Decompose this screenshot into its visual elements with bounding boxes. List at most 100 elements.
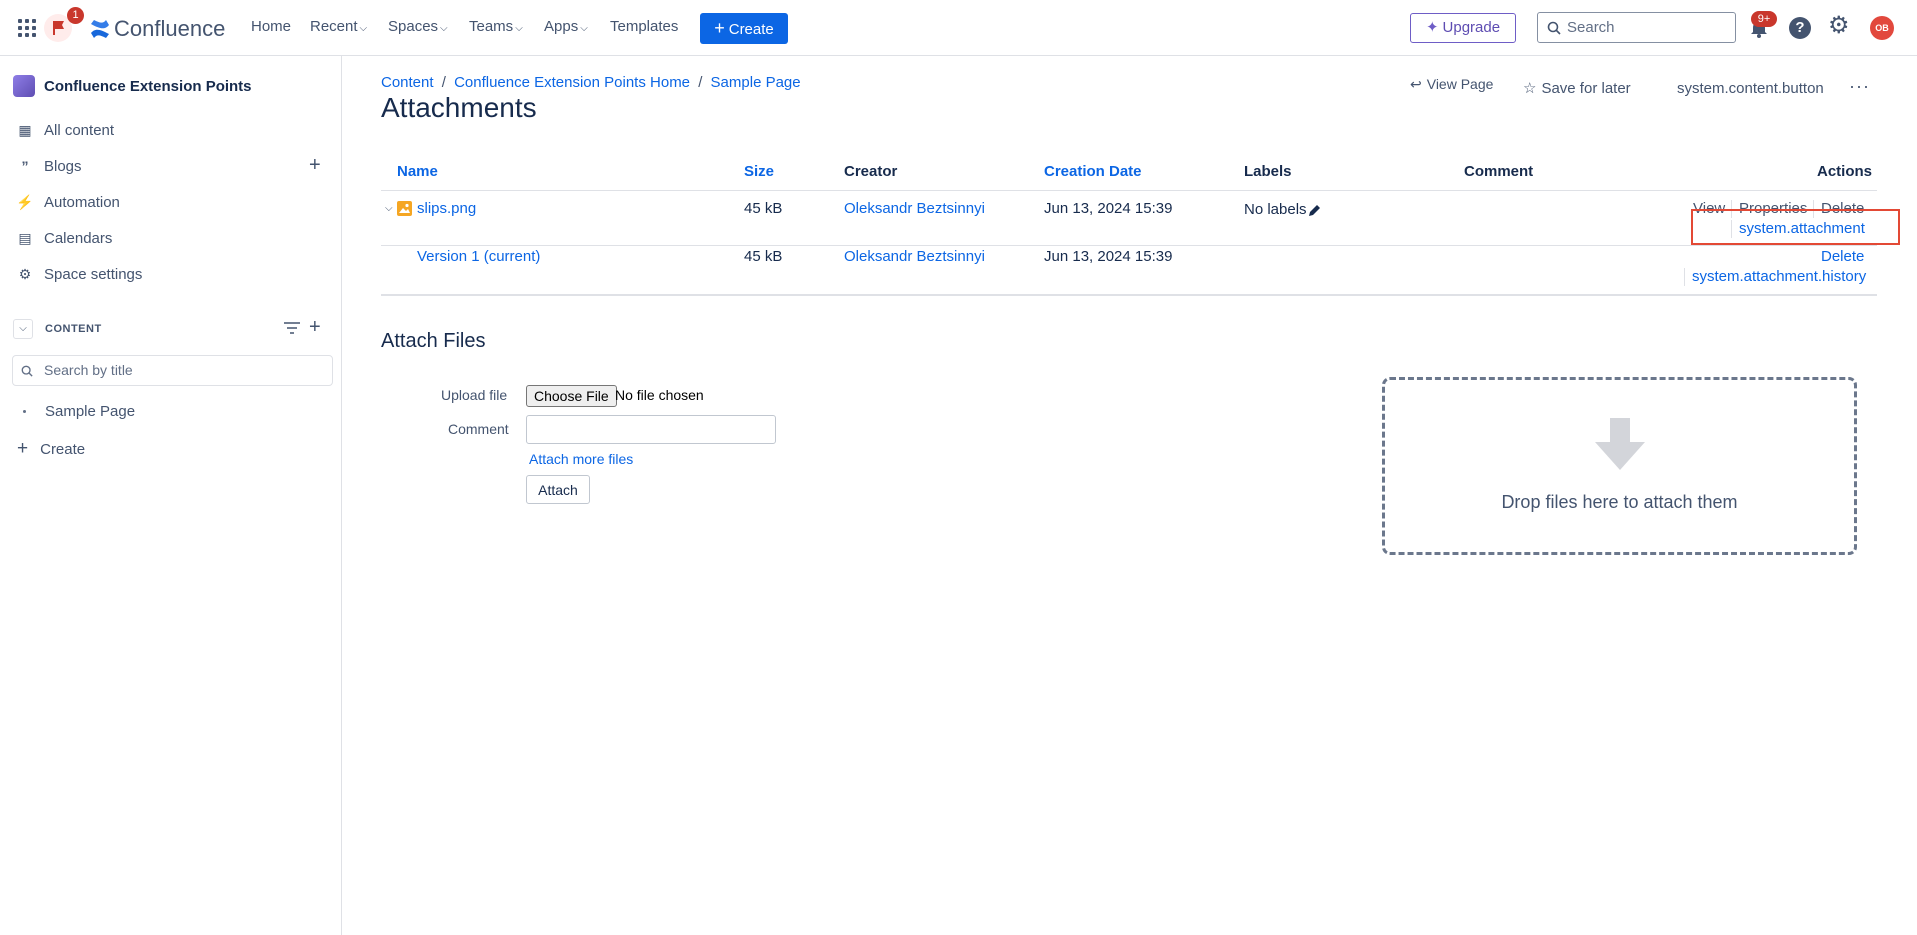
tree-bullet-icon bbox=[23, 410, 26, 413]
grid-icon: ▦ bbox=[18, 122, 32, 138]
gear-icon: ⚙ bbox=[18, 266, 32, 282]
expand-chevron-icon[interactable]: ⌵ bbox=[385, 203, 393, 214]
breadcrumb-sample-page[interactable]: Sample Page bbox=[711, 74, 801, 91]
nav-apps-label: Apps bbox=[544, 18, 579, 35]
create-button[interactable]: + Create bbox=[700, 13, 788, 44]
drop-zone[interactable]: Drop files here to attach them bbox=[1382, 377, 1857, 555]
top-navigation-bar: 1 Confluence Home Recent ⌵ Spaces ⌵ Teams ⌵… bbox=[0, 0, 1917, 56]
table-bottom-divider bbox=[381, 294, 1877, 296]
system-attachment-history-link[interactable]: system.attachment.history bbox=[1692, 268, 1866, 285]
nav-templates[interactable]: Templates bbox=[610, 18, 678, 35]
confluence-logo-icon bbox=[91, 20, 109, 38]
nav-teams[interactable]: Teams ⌵ bbox=[469, 18, 523, 35]
content-section-label: CONTENT bbox=[45, 323, 102, 335]
more-actions-icon[interactable]: ··· bbox=[1849, 76, 1870, 97]
highlight-box bbox=[1691, 209, 1900, 245]
sidebar-item-space-settings[interactable]: ⚙ Space settings bbox=[16, 266, 143, 283]
sidebar-search-placeholder: Search by title bbox=[44, 362, 133, 378]
chevron-down-icon: ⌵ bbox=[580, 23, 588, 34]
view-page-label: View Page bbox=[1426, 76, 1494, 92]
nav-teams-label: Teams bbox=[469, 18, 514, 35]
star-icon: ☆ bbox=[1523, 80, 1537, 97]
sidebar-item-calendars[interactable]: ▤ Calendars bbox=[16, 230, 112, 247]
app-name: Confluence bbox=[114, 16, 226, 41]
page-title: Attachments bbox=[381, 92, 537, 123]
upload-file-label: Upload file bbox=[441, 387, 508, 403]
search-input[interactable]: Search bbox=[1537, 12, 1736, 43]
sidebar: Confluence Extension Points ▦ All content… bbox=[0, 56, 342, 935]
attachment-name-link[interactable]: slips.png bbox=[417, 200, 476, 217]
notification-count-badge: 1 bbox=[67, 7, 84, 24]
sparkle-icon: ✦ bbox=[1425, 19, 1439, 36]
chevron-down-icon: ⌵ bbox=[359, 23, 368, 34]
version-creation-date: Jun 13, 2024 15:39 bbox=[1044, 248, 1173, 265]
system-content-button[interactable]: system.content.button bbox=[1677, 80, 1824, 97]
add-content-plus-icon[interactable]: + bbox=[309, 316, 321, 339]
breadcrumb-separator: / bbox=[698, 74, 703, 91]
nav-recent-label: Recent bbox=[310, 18, 358, 35]
column-header-size[interactable]: Size bbox=[744, 163, 774, 180]
column-header-labels: Labels bbox=[1244, 163, 1292, 180]
sidebar-item-blogs[interactable]: ” Blogs bbox=[16, 158, 82, 175]
notifications-badge: 9+ bbox=[1751, 11, 1777, 27]
sidebar-item-label: Automation bbox=[44, 194, 120, 211]
sidebar-create-label: Create bbox=[40, 441, 86, 458]
search-icon bbox=[1547, 21, 1561, 35]
sidebar-search-input[interactable]: Search by title bbox=[12, 355, 333, 386]
settings-gear-icon[interactable]: ⚙ bbox=[1828, 14, 1852, 38]
version-delete-link[interactable]: Delete bbox=[1821, 248, 1864, 265]
upgrade-button[interactable]: ✦ Upgrade bbox=[1410, 13, 1516, 43]
nav-recent[interactable]: Recent ⌵ bbox=[310, 18, 367, 35]
breadcrumb: Content / Confluence Extension Points Ho… bbox=[381, 74, 801, 91]
search-placeholder: Search bbox=[1567, 19, 1615, 36]
column-header-name[interactable]: Name bbox=[397, 163, 438, 180]
sidebar-item-all-content[interactable]: ▦ All content bbox=[16, 122, 114, 139]
view-page-link[interactable]: ↩ View Page bbox=[1410, 76, 1493, 93]
attachment-size: 45 kB bbox=[744, 200, 783, 217]
avatar[interactable]: OB bbox=[1870, 16, 1894, 40]
column-header-creator: Creator bbox=[844, 163, 898, 180]
breadcrumb-space-home[interactable]: Confluence Extension Points Home bbox=[454, 74, 690, 91]
nav-home[interactable]: Home bbox=[251, 18, 291, 35]
no-file-chosen-text: No file chosen bbox=[615, 387, 704, 403]
comment-input[interactable] bbox=[526, 415, 776, 444]
version-creator-link[interactable]: Oleksandr Beztsinnyi bbox=[844, 248, 985, 265]
breadcrumb-content[interactable]: Content bbox=[381, 74, 434, 91]
choose-file-button[interactable]: Choose File bbox=[526, 385, 617, 407]
table-divider bbox=[381, 190, 1877, 191]
add-blog-plus-icon[interactable]: + bbox=[309, 154, 321, 177]
sidebar-item-automation[interactable]: ⚡ Automation bbox=[16, 194, 120, 211]
attach-button[interactable]: Attach bbox=[526, 475, 590, 504]
quote-icon: ” bbox=[21, 158, 29, 174]
creation-date: Jun 13, 2024 15:39 bbox=[1044, 200, 1173, 217]
space-logo-icon bbox=[13, 75, 35, 97]
creator-link[interactable]: Oleksandr Beztsinnyi bbox=[844, 200, 985, 217]
sidebar-item-label: Calendars bbox=[44, 230, 113, 247]
chevron-down-icon: ⌵ bbox=[515, 23, 523, 34]
version-size: 45 kB bbox=[744, 248, 783, 265]
help-icon[interactable]: ? bbox=[1789, 17, 1811, 39]
attach-more-files-link[interactable]: Attach more files bbox=[529, 451, 633, 467]
attach-files-heading: Attach Files bbox=[381, 330, 486, 352]
image-file-icon bbox=[397, 201, 412, 216]
app-switcher-icon[interactable] bbox=[18, 19, 36, 37]
search-icon bbox=[21, 365, 33, 377]
column-header-actions: Actions bbox=[1817, 163, 1873, 180]
sidebar-create-button[interactable]: + Create bbox=[17, 438, 85, 460]
save-for-later-button[interactable]: ☆ Save for later bbox=[1523, 79, 1631, 97]
edit-labels-pencil-icon[interactable] bbox=[1308, 203, 1322, 217]
tree-item-sample-page[interactable]: Sample Page bbox=[45, 403, 135, 420]
sidebar-item-label: All content bbox=[44, 122, 115, 139]
version-link[interactable]: Version 1 (current) bbox=[417, 248, 540, 265]
nav-spaces[interactable]: Spaces ⌵ bbox=[388, 18, 448, 35]
column-header-creation-date[interactable]: Creation Date bbox=[1044, 163, 1142, 180]
plus-icon: + bbox=[17, 438, 29, 459]
nav-apps[interactable]: Apps ⌵ bbox=[544, 18, 588, 35]
filter-icon[interactable] bbox=[284, 321, 300, 335]
sidebar-item-label: Space settings bbox=[44, 266, 143, 283]
breadcrumb-separator: / bbox=[441, 74, 446, 91]
comment-label: Comment bbox=[448, 421, 509, 437]
chevron-down-icon: ⌵ bbox=[440, 23, 448, 34]
action-separator bbox=[1684, 268, 1685, 286]
content-collapse-button[interactable]: ⌵ bbox=[13, 319, 33, 339]
